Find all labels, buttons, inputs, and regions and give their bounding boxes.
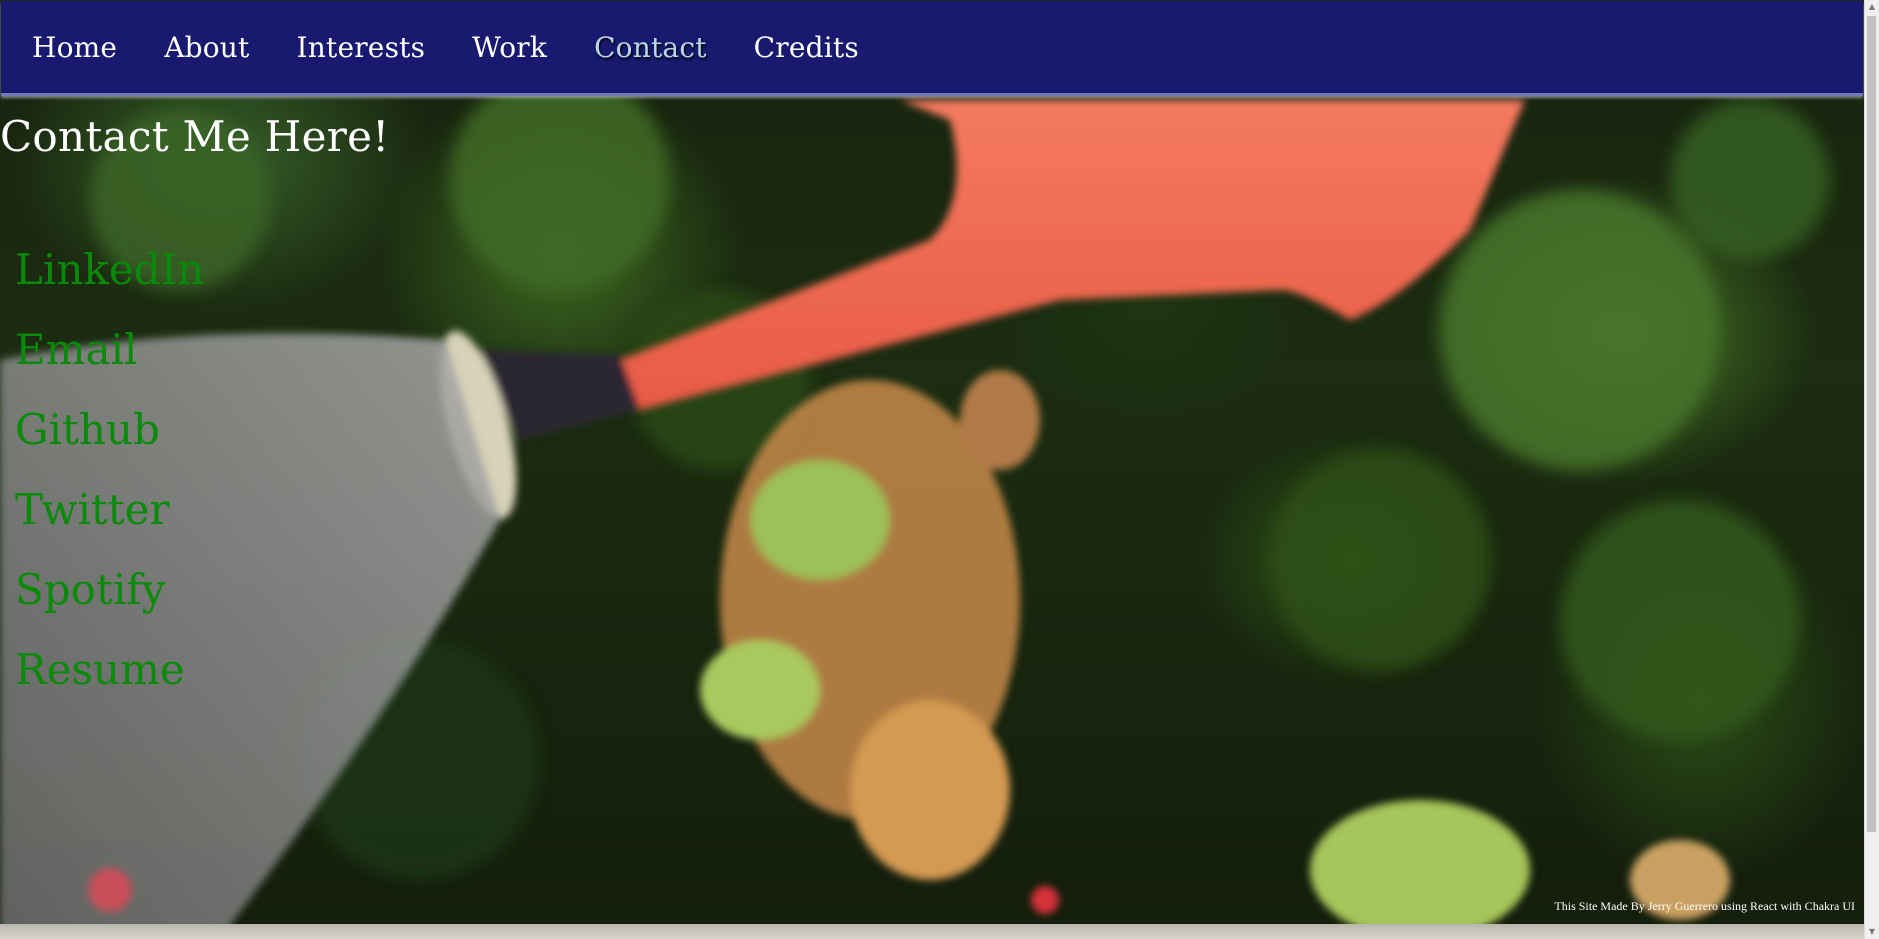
vertical-scrollbar[interactable]: ▲ ▼ <box>1864 0 1879 939</box>
email-link[interactable]: Email <box>15 320 204 400</box>
contact-links-list: LinkedIn Email Github Twitter Spotify Re… <box>15 240 204 720</box>
spotify-link[interactable]: Spotify <box>15 560 204 640</box>
page-title: Contact Me Here! <box>0 112 390 161</box>
nav-item-home[interactable]: Home <box>32 31 117 64</box>
top-navbar: Home About Interests Work Contact Credit… <box>1 1 1863 96</box>
nav-item-interests[interactable]: Interests <box>297 31 426 64</box>
nav-item-about[interactable]: About <box>164 31 249 64</box>
footer-credit: This Site Made By Jerry Guerrero using R… <box>1554 899 1855 913</box>
scroll-down-arrow-icon[interactable]: ▼ <box>1865 925 1879 939</box>
nav-item-credits[interactable]: Credits <box>754 31 859 64</box>
nav-item-work[interactable]: Work <box>472 31 547 64</box>
bottom-edge <box>0 924 1864 939</box>
linkedin-link[interactable]: LinkedIn <box>15 240 204 320</box>
scrollbar-thumb[interactable] <box>1867 16 1876 832</box>
twitter-link[interactable]: Twitter <box>15 480 204 560</box>
resume-link[interactable]: Resume <box>15 640 204 720</box>
github-link[interactable]: Github <box>15 400 204 480</box>
scroll-up-arrow-icon[interactable]: ▲ <box>1865 0 1879 14</box>
nav-item-contact[interactable]: Contact <box>594 31 707 64</box>
nav-menu: Home About Interests Work Contact Credit… <box>1 1 1863 93</box>
